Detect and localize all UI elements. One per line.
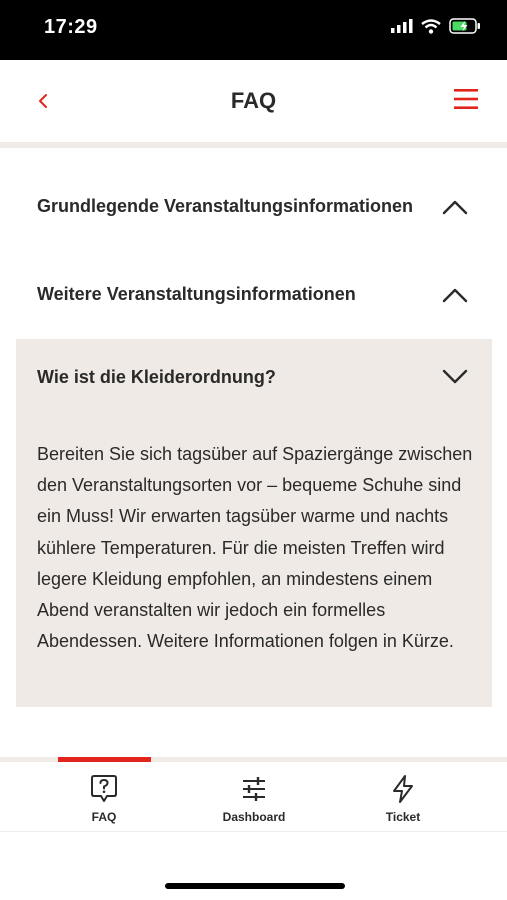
tab-dashboard[interactable]: Dashboard	[194, 774, 314, 824]
menu-button[interactable]	[453, 88, 481, 112]
faq-item-dress-code[interactable]: Wie ist die Kleiderordnung? Bereiten Sie…	[16, 339, 492, 707]
lightning-icon	[393, 775, 413, 803]
app-header: FAQ	[0, 60, 507, 142]
home-indicator	[165, 883, 345, 889]
tab-bar: FAQ Dashboard Ticket	[0, 762, 507, 832]
faq-item-basic-info[interactable]: Grundlegende Veranstaltungsinformationen	[16, 163, 492, 251]
hamburger-menu-icon	[454, 89, 478, 109]
faq-question: Grundlegende Veranstaltungsinformationen	[37, 196, 414, 216]
wifi-icon	[421, 18, 441, 34]
signal-icon	[391, 19, 413, 33]
status-time: 17:29	[44, 16, 98, 38]
tab-ticket[interactable]: Ticket	[343, 774, 463, 824]
tab-label: Ticket	[385, 810, 421, 824]
faq-answer: Bereiten Sie sich tagsüber auf Spaziergä…	[37, 444, 473, 652]
battery-icon	[449, 18, 480, 34]
tab-label: Dashboard	[222, 810, 286, 824]
faq-list: Grundlegende Veranstaltungsinformationen…	[16, 163, 492, 707]
chevron-down-icon	[442, 369, 468, 384]
tab-faq[interactable]: FAQ	[44, 774, 164, 824]
question-bubble-icon	[91, 775, 117, 802]
tab-label: FAQ	[91, 810, 117, 824]
header-divider	[0, 142, 507, 148]
page-title: FAQ	[230, 88, 277, 113]
chevron-up-icon	[442, 288, 468, 303]
faq-question: Weitere Veranstaltungsinformationen	[37, 284, 356, 304]
faq-question: Wie ist die Kleiderordnung?	[37, 367, 276, 387]
status-icons	[391, 18, 481, 34]
status-bar: 17:29	[0, 0, 507, 60]
chevron-up-icon	[442, 200, 468, 215]
sliders-icon	[243, 777, 265, 801]
faq-item-more-info[interactable]: Weitere Veranstaltungsinformationen	[16, 251, 492, 339]
